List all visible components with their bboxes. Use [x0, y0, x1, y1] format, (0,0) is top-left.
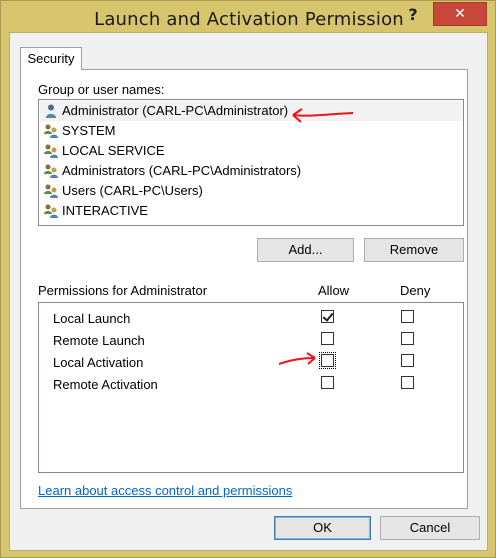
user-group-icon [44, 164, 58, 178]
permission-local-launch-label: Local Launch [53, 311, 131, 326]
local-launch-deny-checkbox[interactable] [401, 310, 414, 323]
close-button[interactable]: ✕ [433, 2, 487, 26]
close-icon: ✕ [454, 6, 466, 22]
single-user-icon [46, 104, 56, 118]
security-tab-panel: Group or user names: Administrator (CARL… [20, 69, 468, 509]
list-item-label: Administrators (CARL-PC\Administrators) [62, 163, 302, 178]
user-group-icon [44, 204, 58, 218]
user-group-icon [44, 144, 58, 158]
list-item-users[interactable]: Users (CARL-PC\Users) [43, 181, 203, 201]
local-activation-allow-checkbox[interactable] [319, 352, 336, 369]
user-group-icon [44, 184, 58, 198]
help-button[interactable]: ? [403, 5, 423, 27]
annotation-arrow-local-activation [278, 352, 316, 365]
list-item-label: INTERACTIVE [62, 203, 148, 218]
local-launch-allow-checkbox[interactable] [321, 310, 334, 323]
list-item-label: Users (CARL-PC\Users) [62, 183, 203, 198]
add-button[interactable]: Add... [257, 238, 354, 262]
list-item-administrators[interactable]: Administrators (CARL-PC\Administrators) [43, 161, 301, 181]
deny-column-header: Deny [400, 283, 431, 298]
list-item-label: Administrator (CARL-PC\Administrator) [62, 103, 289, 118]
tab-security[interactable]: Security [20, 47, 82, 70]
remote-launch-allow-checkbox[interactable] [321, 332, 334, 345]
remote-activation-allow-checkbox[interactable] [321, 376, 334, 389]
help-link[interactable]: Learn about access control and permissio… [38, 483, 292, 498]
list-item-administrator[interactable]: Administrator (CARL-PC\Administrator) [40, 101, 462, 121]
list-item-label: LOCAL SERVICE [62, 143, 165, 158]
list-item-label: SYSTEM [62, 123, 116, 138]
cancel-button[interactable]: Cancel [380, 516, 480, 540]
remote-launch-deny-checkbox[interactable] [401, 332, 414, 345]
permission-remote-activation-label: Remote Activation [53, 377, 158, 392]
local-activation-deny-checkbox[interactable] [401, 354, 414, 367]
list-item-system[interactable]: SYSTEM [43, 121, 115, 141]
remove-button[interactable]: Remove [364, 238, 464, 262]
list-item-local-service[interactable]: LOCAL SERVICE [43, 141, 165, 161]
dialog-client-area: Security Group or user names: Administra… [9, 32, 488, 551]
ok-button[interactable]: OK [274, 516, 371, 540]
permission-local-activation-label: Local Activation [53, 355, 144, 370]
annotation-arrow-administrator [292, 108, 354, 123]
permissions-label: Permissions for Administrator [38, 283, 208, 298]
dialog-window: Launch and Activation Permission ? ✕ Sec… [0, 0, 496, 558]
permissions-list: Local Launch Remote Launch Local Activat… [38, 302, 464, 473]
group-user-listbox[interactable]: Administrator (CARL-PC\Administrator) SY… [38, 99, 464, 226]
user-group-icon [44, 124, 58, 138]
group-list-label: Group or user names: [38, 82, 165, 97]
remote-activation-deny-checkbox[interactable] [401, 376, 414, 389]
permission-remote-launch-label: Remote Launch [53, 333, 145, 348]
allow-column-header: Allow [318, 283, 350, 298]
list-item-interactive[interactable]: INTERACTIVE [43, 201, 148, 221]
